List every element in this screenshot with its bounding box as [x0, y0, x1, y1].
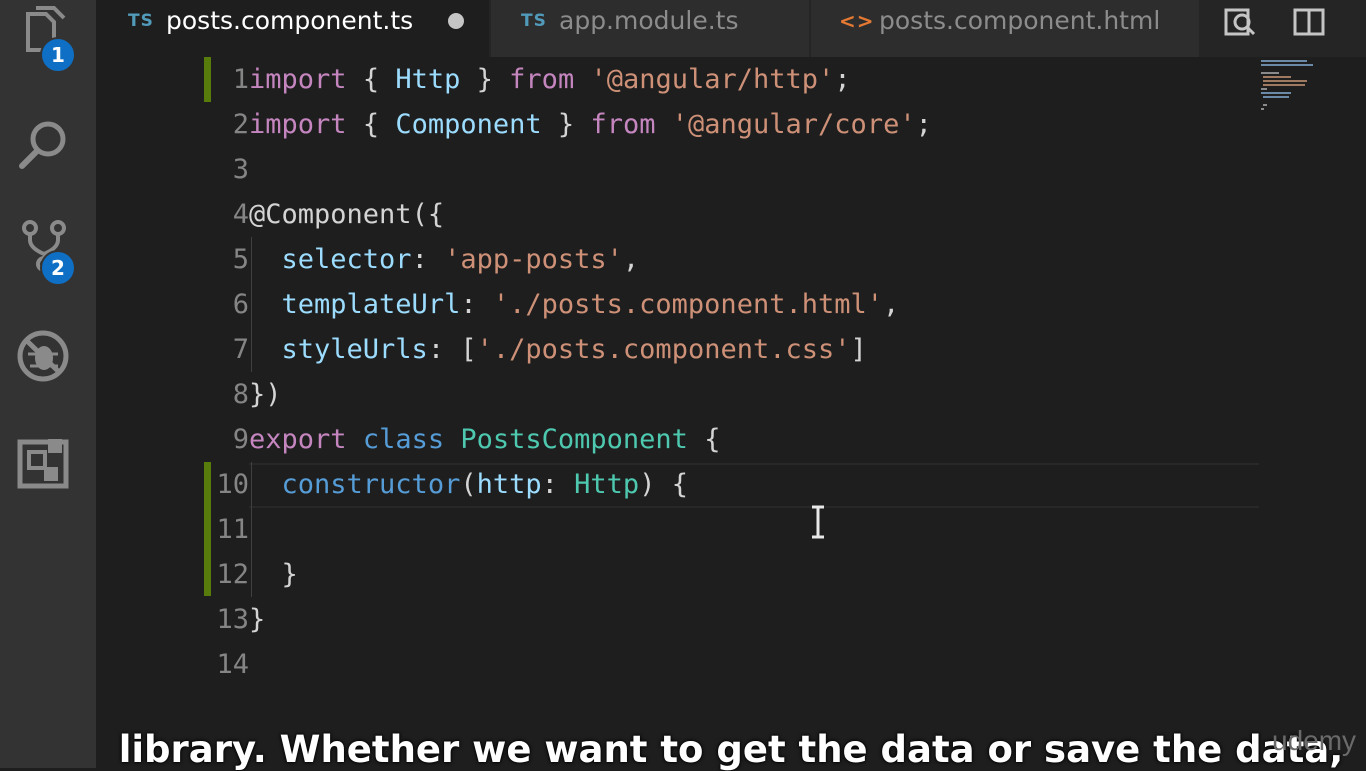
line-number: 3: [232, 154, 249, 185]
line-number: 6: [232, 289, 249, 320]
code-line[interactable]: }): [249, 372, 282, 417]
tab-label: posts.component.html: [879, 6, 1161, 35]
code-line[interactable]: export class PostsComponent {: [249, 417, 720, 462]
code-line[interactable]: @Component({: [249, 192, 444, 237]
line-number: 14: [216, 649, 249, 680]
code-line[interactable]: import { Component } from '@angular/core…: [249, 102, 932, 147]
line-number: 13: [216, 604, 249, 635]
line-number: 7: [232, 334, 249, 365]
extensions-icon[interactable]: [14, 434, 74, 494]
explorer-badge: 1: [40, 37, 76, 73]
code-line[interactable]: }: [249, 597, 265, 642]
split-editor-icon[interactable]: [1289, 0, 1329, 44]
line-number: 9: [232, 424, 249, 455]
source-control-badge: 2: [40, 250, 76, 286]
line-number: 10: [216, 469, 249, 500]
typescript-file-icon: TS: [128, 11, 154, 31]
tab-posts-component-ts[interactable]: TS posts.component.ts: [96, 0, 489, 57]
split-editor-search-icon[interactable]: [1220, 0, 1260, 44]
code-line[interactable]: constructor(http: Http) {: [249, 462, 688, 507]
line-number: 5: [232, 244, 249, 275]
debug-icon[interactable]: [14, 326, 74, 386]
html-file-icon: <>: [839, 9, 875, 33]
line-number: 2: [232, 109, 249, 140]
typescript-file-icon: TS: [521, 11, 547, 31]
text-cursor-icon: [808, 504, 828, 544]
tab-label: posts.component.ts: [166, 6, 414, 35]
source-control-icon[interactable]: 2: [14, 218, 76, 286]
code-line[interactable]: selector: 'app-posts',: [249, 237, 640, 282]
code-line[interactable]: templateUrl: './posts.component.html',: [249, 282, 900, 327]
explorer-icon[interactable]: 1: [14, 6, 76, 73]
code-line[interactable]: styleUrls: ['./posts.component.css']: [249, 327, 867, 372]
code-line[interactable]: }: [249, 552, 298, 597]
tab-label: app.module.ts: [559, 6, 739, 35]
tab-bar: TS posts.component.ts TS app.module.ts <…: [96, 0, 1366, 57]
minimap[interactable]: [1259, 57, 1339, 117]
activity-bar: 1 2: [0, 0, 96, 768]
line-number: 8: [232, 379, 249, 410]
tab-app-module-ts[interactable]: TS app.module.ts: [491, 0, 809, 57]
line-number: 4: [232, 199, 249, 230]
line-number: 12: [216, 559, 249, 590]
line-number: 11: [216, 514, 249, 545]
video-subtitle: library. Whether we want to get the data…: [118, 728, 1344, 771]
code-line[interactable]: import { Http } from '@angular/http';: [249, 57, 851, 102]
line-number: 1: [232, 64, 249, 95]
search-icon[interactable]: [14, 115, 74, 175]
udemy-watermark: udemy: [1272, 725, 1357, 756]
code-editor[interactable]: 1 2 3 4 5 6 7 8 9 10 11 12 13 14 import …: [96, 57, 1366, 771]
unsaved-changes-dot-icon[interactable]: [448, 13, 464, 29]
tab-posts-component-html[interactable]: <> posts.component.html: [811, 0, 1199, 57]
